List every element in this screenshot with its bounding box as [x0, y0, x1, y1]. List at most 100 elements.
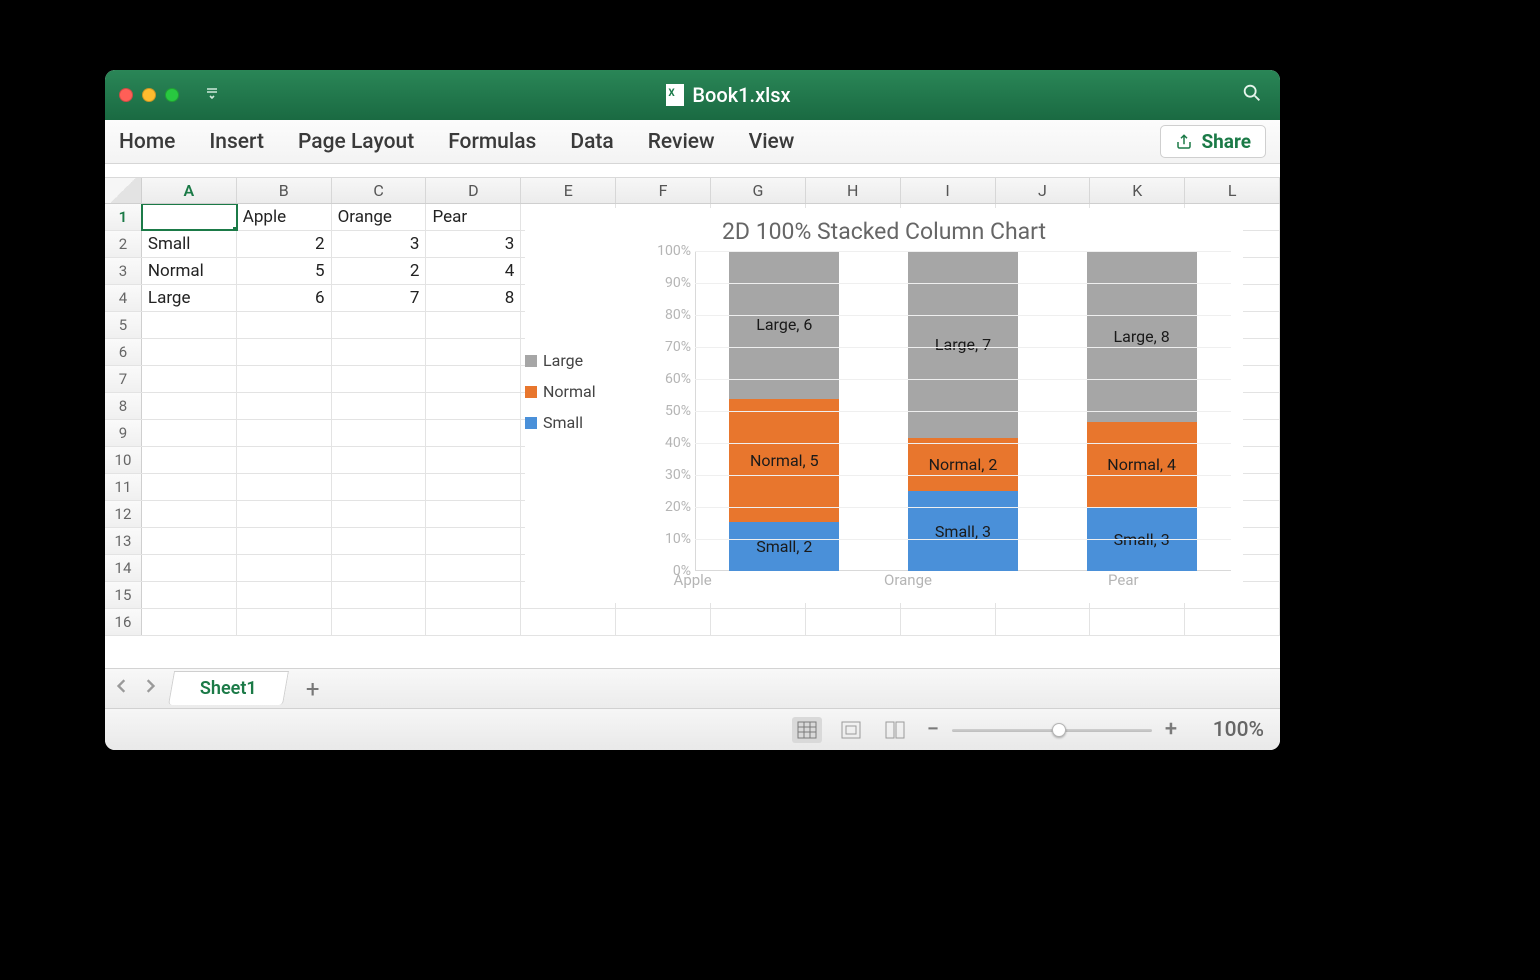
cell[interactable] — [426, 447, 521, 473]
column-header-a[interactable]: A — [142, 178, 237, 203]
cell[interactable] — [142, 528, 237, 554]
column-header-b[interactable]: B — [237, 178, 332, 203]
cell[interactable] — [332, 393, 427, 419]
row-header[interactable]: 12 — [105, 501, 142, 527]
cell[interactable]: 3 — [426, 231, 521, 257]
sheet-tab-sheet1[interactable]: Sheet1 — [168, 671, 289, 705]
cell[interactable] — [142, 312, 237, 338]
cell[interactable] — [142, 204, 237, 230]
row-header[interactable]: 15 — [105, 582, 142, 608]
cell[interactable] — [237, 420, 332, 446]
cell[interactable] — [901, 609, 996, 635]
cell[interactable] — [1185, 609, 1280, 635]
cell[interactable] — [332, 555, 427, 581]
fullscreen-window-button[interactable] — [165, 88, 179, 102]
cell[interactable]: Small — [142, 231, 237, 257]
row-header[interactable]: 1 — [105, 204, 142, 230]
minimize-window-button[interactable] — [142, 88, 156, 102]
cell[interactable] — [237, 312, 332, 338]
cell[interactable] — [332, 420, 427, 446]
cell[interactable] — [426, 420, 521, 446]
sheet-nav-prev-icon[interactable] — [115, 678, 137, 700]
column-header-c[interactable]: C — [332, 178, 427, 203]
cell[interactable] — [426, 339, 521, 365]
column-header-j[interactable]: J — [996, 178, 1091, 203]
search-icon[interactable] — [1238, 82, 1266, 108]
cell[interactable]: Large — [142, 285, 237, 311]
cell[interactable] — [711, 609, 806, 635]
cell[interactable]: 6 — [237, 285, 332, 311]
tab-view[interactable]: View — [749, 130, 795, 154]
cell[interactable]: Normal — [142, 258, 237, 284]
sheet-nav-next-icon[interactable] — [143, 678, 165, 700]
cell[interactable] — [237, 609, 332, 635]
column-header-g[interactable]: G — [711, 178, 806, 203]
column-header-k[interactable]: K — [1090, 178, 1185, 203]
column-headers[interactable]: A B C D E F G H I J K L — [105, 178, 1280, 204]
column-header-h[interactable]: H — [806, 178, 901, 203]
column-header-i[interactable]: I — [901, 178, 996, 203]
cell[interactable] — [237, 339, 332, 365]
row-header[interactable]: 13 — [105, 528, 142, 554]
zoom-in-button[interactable]: + — [1162, 717, 1180, 742]
cell[interactable] — [332, 366, 427, 392]
cell[interactable] — [332, 339, 427, 365]
customize-toolbar-icon[interactable] — [205, 86, 219, 104]
cell[interactable] — [426, 366, 521, 392]
cell[interactable] — [996, 609, 1091, 635]
cell[interactable] — [426, 474, 521, 500]
cell[interactable]: 4 — [426, 258, 521, 284]
cell[interactable] — [426, 609, 521, 635]
cell[interactable] — [237, 393, 332, 419]
cell[interactable] — [237, 366, 332, 392]
cell[interactable] — [332, 312, 427, 338]
zoom-slider[interactable] — [952, 723, 1152, 737]
tab-insert[interactable]: Insert — [209, 130, 264, 154]
cell[interactable] — [426, 393, 521, 419]
column-header-d[interactable]: D — [426, 178, 521, 203]
row-header[interactable]: 11 — [105, 474, 142, 500]
embedded-chart[interactable]: 2D 100% Stacked Column Chart LargeNormal… — [525, 208, 1243, 603]
spreadsheet-grid[interactable]: 1AppleOrangePear2Small2333Normal5244Larg… — [105, 204, 1280, 668]
cell[interactable] — [142, 447, 237, 473]
column-header-l[interactable]: L — [1185, 178, 1280, 203]
close-window-button[interactable] — [119, 88, 133, 102]
cell[interactable] — [521, 609, 616, 635]
cell[interactable] — [426, 555, 521, 581]
cell[interactable] — [142, 582, 237, 608]
column-header-f[interactable]: F — [616, 178, 711, 203]
add-sheet-button[interactable]: + — [296, 675, 330, 703]
cell[interactable] — [237, 582, 332, 608]
tab-formulas[interactable]: Formulas — [448, 130, 536, 154]
select-all-corner[interactable] — [105, 178, 142, 203]
tab-data[interactable]: Data — [570, 130, 613, 154]
tab-home[interactable]: Home — [119, 130, 175, 154]
cell[interactable]: 5 — [237, 258, 332, 284]
share-button[interactable]: Share — [1160, 125, 1266, 158]
cell[interactable] — [332, 474, 427, 500]
row-header[interactable]: 16 — [105, 609, 142, 635]
cell[interactable] — [332, 501, 427, 527]
tab-review[interactable]: Review — [648, 130, 715, 154]
cell[interactable] — [142, 501, 237, 527]
view-normal-icon[interactable] — [792, 717, 822, 743]
cell[interactable] — [237, 555, 332, 581]
cell[interactable]: 2 — [237, 231, 332, 257]
row-header[interactable]: 6 — [105, 339, 142, 365]
cell[interactable]: 2 — [332, 258, 427, 284]
row-header[interactable]: 4 — [105, 285, 142, 311]
cell[interactable] — [237, 528, 332, 554]
cell[interactable] — [142, 393, 237, 419]
cell[interactable]: 3 — [332, 231, 427, 257]
cell[interactable] — [1090, 609, 1185, 635]
cell[interactable] — [332, 582, 427, 608]
row-header[interactable]: 2 — [105, 231, 142, 257]
cell[interactable] — [332, 528, 427, 554]
zoom-slider-thumb[interactable] — [1052, 723, 1066, 737]
view-page-layout-icon[interactable] — [836, 717, 866, 743]
cell[interactable] — [237, 474, 332, 500]
cell[interactable]: Orange — [332, 204, 427, 230]
cell[interactable]: Pear — [426, 204, 521, 230]
cell[interactable] — [142, 609, 237, 635]
cell[interactable] — [142, 555, 237, 581]
